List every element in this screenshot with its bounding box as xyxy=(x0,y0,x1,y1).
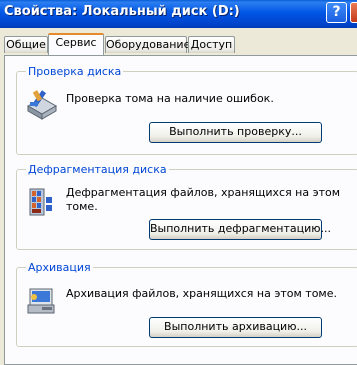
tab-label: Общие xyxy=(6,38,46,51)
run-check-label: Выполнить проверку... xyxy=(169,125,302,138)
defrag-description-line1: Дефрагментация файлов, хранящихся на это… xyxy=(66,186,341,199)
run-backup-label: Выполнить архивацию... xyxy=(164,320,307,333)
defrag-group-title: Дефрагментация диска xyxy=(26,163,169,176)
help-button[interactable]: ? xyxy=(326,2,347,23)
defrag-icon xyxy=(29,188,52,216)
check-disk-description: Проверка тома на наличие ошибок. xyxy=(66,92,274,105)
check-disk-group-title: Проверка диска xyxy=(26,65,124,78)
tab-label: Доступ xyxy=(190,38,233,51)
run-defrag-button[interactable]: Выполнить дефрагментацию... xyxy=(149,219,331,240)
run-check-button[interactable]: Выполнить проверку... xyxy=(149,122,322,143)
close-button[interactable]: ✕ xyxy=(350,2,357,23)
title-bar[interactable]: Свойства: Локальный диск (D:) ? ✕ xyxy=(0,0,357,28)
help-icon: ? xyxy=(332,4,341,20)
backup-group-title: Архивация xyxy=(26,261,93,274)
check-disk-icon xyxy=(26,90,58,120)
tab-hardware[interactable]: Оборудование xyxy=(105,36,191,53)
defrag-description-line2: томе. xyxy=(66,200,98,213)
run-defrag-label: Выполнить дефрагментацию... xyxy=(150,222,331,235)
tab-general[interactable]: Общие xyxy=(4,36,48,53)
tab-service[interactable]: Сервис xyxy=(48,33,104,55)
backup-icon xyxy=(27,288,55,314)
run-backup-button[interactable]: Выполнить архивацию... xyxy=(149,317,322,338)
tab-sharing[interactable]: Доступ xyxy=(188,36,235,53)
tab-label: Сервис xyxy=(55,36,97,49)
tab-label: Оборудование xyxy=(106,38,191,51)
window-title: Свойства: Локальный диск (D:) xyxy=(4,4,240,19)
backup-description: Архивация файлов, хранящихся на этом том… xyxy=(66,287,337,300)
